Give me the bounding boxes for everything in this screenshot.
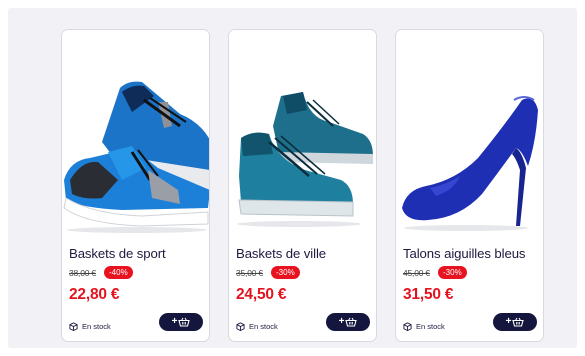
basket-icon bbox=[345, 317, 358, 327]
product-image[interactable] bbox=[62, 30, 209, 235]
product-title[interactable]: Baskets de sport bbox=[69, 246, 166, 261]
product-card-sport-sneakers[interactable]: Baskets de sport 38,00 € -40% 22,80 € En… bbox=[61, 29, 210, 342]
product-card-city-sneakers[interactable]: Baskets de ville 35,00 € -30% 24,50 € En… bbox=[228, 29, 377, 342]
stock-status: En stock bbox=[236, 320, 278, 332]
plus-icon: + bbox=[171, 316, 178, 327]
teal-high-top-sneakers-image bbox=[237, 92, 373, 227]
current-price: 31,50 € bbox=[403, 286, 454, 303]
stock-status: En stock bbox=[403, 320, 445, 332]
discount-badge: -30% bbox=[438, 266, 467, 279]
basket-icon bbox=[512, 317, 525, 327]
current-price: 24,50 € bbox=[236, 286, 287, 303]
blue-running-sneakers-image bbox=[63, 81, 209, 233]
old-price: 35,00 € bbox=[236, 268, 263, 278]
product-image[interactable] bbox=[229, 30, 376, 235]
product-image[interactable] bbox=[396, 30, 543, 235]
package-icon bbox=[69, 321, 78, 331]
basket-icon bbox=[178, 317, 191, 327]
products-panel: Baskets de sport 38,00 € -40% 22,80 € En… bbox=[8, 8, 577, 348]
add-to-cart-button[interactable]: + bbox=[159, 313, 203, 331]
discount-badge: -40% bbox=[104, 266, 133, 279]
stock-label: En stock bbox=[416, 321, 445, 331]
product-card-blue-heels[interactable]: Talons aiguilles bleus 45,00 € -30% 31,5… bbox=[395, 29, 544, 342]
stock-label: En stock bbox=[82, 321, 111, 331]
plus-icon: + bbox=[338, 316, 345, 327]
old-price: 45,00 € bbox=[403, 268, 430, 278]
stock-status: En stock bbox=[69, 320, 111, 332]
plus-icon: + bbox=[505, 316, 512, 327]
stock-label: En stock bbox=[249, 321, 278, 331]
blue-stiletto-heel-image bbox=[402, 96, 538, 231]
add-to-cart-button[interactable]: + bbox=[493, 313, 537, 331]
old-price: 38,00 € bbox=[69, 268, 96, 278]
package-icon bbox=[236, 321, 245, 331]
product-title[interactable]: Baskets de ville bbox=[236, 246, 326, 261]
package-icon bbox=[403, 321, 412, 331]
product-title[interactable]: Talons aiguilles bleus bbox=[403, 246, 526, 261]
add-to-cart-button[interactable]: + bbox=[326, 313, 370, 331]
current-price: 22,80 € bbox=[69, 286, 120, 303]
discount-badge: -30% bbox=[271, 266, 300, 279]
